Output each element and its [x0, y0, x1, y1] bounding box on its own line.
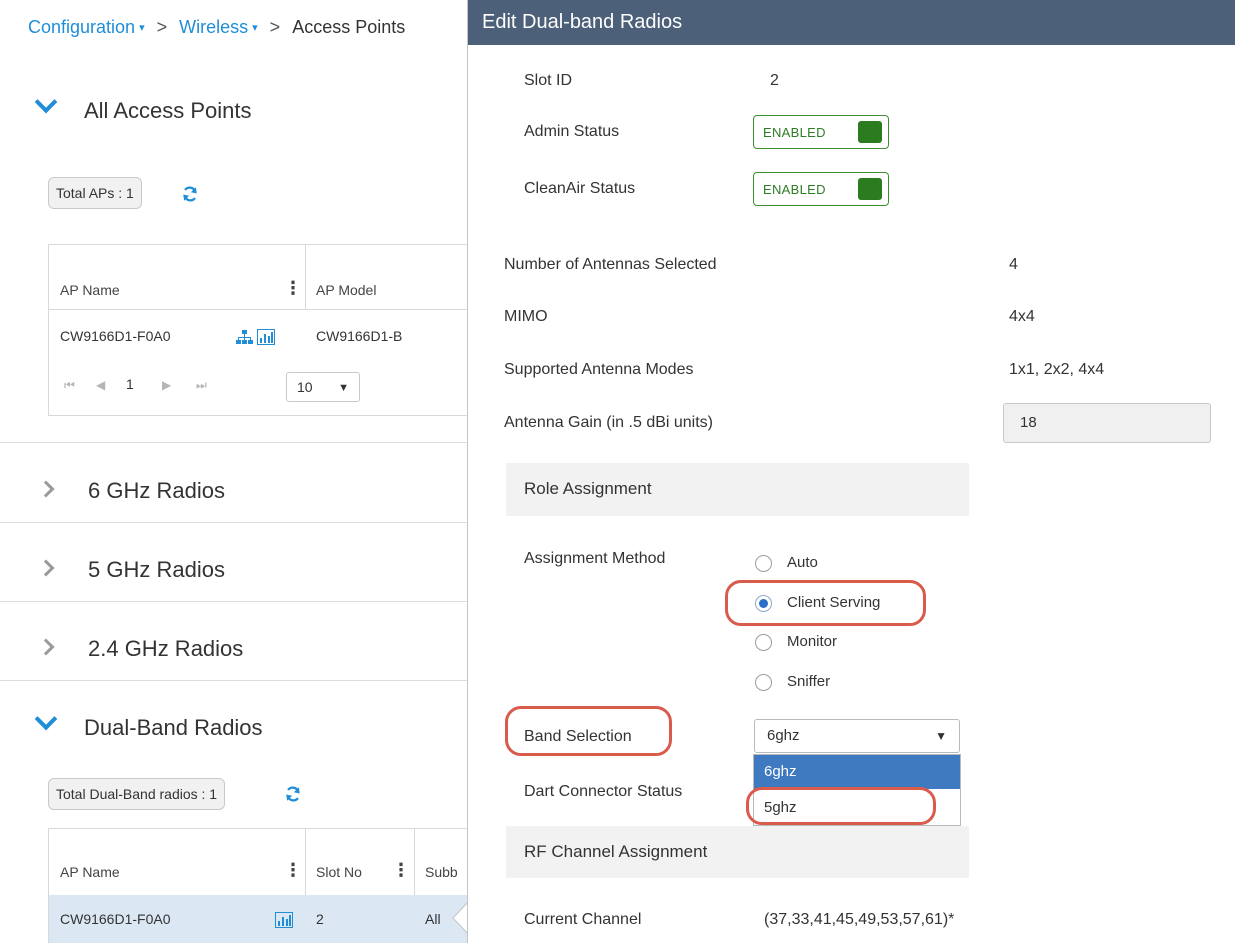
column-header-ap-name[interactable]: AP Name: [60, 282, 120, 298]
row-divider: [48, 309, 470, 310]
edit-dual-band-radios-dialog: Edit Dual-band Radios Slot ID 2 Admin St…: [467, 0, 1235, 943]
ap-model-cell: CW9166D1-B: [316, 328, 403, 344]
section-divider: [0, 680, 470, 681]
breadcrumb: Configuration ▾ > Wireless ▾ > Access Points: [28, 17, 405, 38]
antenna-modes-label: Supported Antenna Modes: [504, 361, 694, 378]
column-header-ap-name[interactable]: AP Name: [60, 864, 120, 880]
section-divider: [0, 522, 470, 523]
column-header-ap-model[interactable]: AP Model: [316, 282, 376, 298]
breadcrumb-access-points: Access Points: [292, 17, 406, 37]
page-size-select[interactable]: 10 ▼: [286, 372, 360, 402]
two-four-ghz-radios-title[interactable]: 2.4 GHz Radios: [88, 636, 243, 662]
column-menu-icon[interactable]: ⋮: [284, 278, 302, 299]
five-ghz-radios-title[interactable]: 5 GHz Radios: [88, 557, 225, 583]
mimo-label: MIMO: [504, 308, 548, 325]
antenna-gain-input[interactable]: 18: [1003, 403, 1211, 443]
radio-client-serving-label[interactable]: Client Serving: [787, 594, 880, 611]
topology-icon[interactable]: [236, 330, 253, 345]
stats-chart-icon[interactable]: [275, 912, 293, 928]
column-header-slot-no[interactable]: Slot No: [316, 864, 362, 880]
antennas-selected-value: 4: [1009, 256, 1018, 273]
column-separator: [305, 829, 306, 895]
refresh-icon[interactable]: [284, 785, 302, 803]
access-points-page: Configuration ▾ > Wireless ▾ > Access Points A…: [0, 0, 470, 943]
dual-band-radios-title[interactable]: Dual-Band Radios: [84, 715, 263, 741]
dropdown-caret-icon[interactable]: ▾: [252, 22, 258, 34]
cleanair-status-label: CleanAir Status: [524, 180, 636, 197]
column-header-subband[interactable]: Subb: [425, 864, 458, 880]
slot-no-cell: 2: [316, 911, 324, 927]
mimo-value: 4x4: [1009, 308, 1035, 325]
column-separator: [414, 829, 415, 895]
total-dual-band-badge: Total Dual-Band radios : 1: [48, 778, 226, 810]
breadcrumb-configuration[interactable]: Configuration: [28, 17, 135, 37]
last-page-icon[interactable]: ⏭: [196, 378, 207, 393]
dropdown-caret-icon: ▼: [338, 382, 349, 394]
column-separator: [305, 245, 306, 309]
dialog-title: Edit Dual-band Radios: [482, 11, 683, 33]
antennas-selected-label: Number of Antennas Selected: [504, 256, 717, 273]
toggle-knob: [858, 121, 882, 143]
radio-sniffer-label[interactable]: Sniffer: [787, 673, 830, 690]
radio-client-serving[interactable]: [755, 595, 772, 612]
radio-sniffer[interactable]: [755, 674, 772, 691]
breadcrumb-separator: >: [156, 17, 168, 37]
section-divider: [0, 442, 470, 443]
dropdown-caret-icon: ▼: [935, 729, 947, 743]
next-page-icon[interactable]: ▶: [162, 378, 171, 392]
chevron-right-icon[interactable]: [37, 638, 55, 656]
rf-channel-assignment-title: RF Channel Assignment: [524, 842, 708, 861]
dart-connector-label: Dart Connector Status: [524, 783, 683, 800]
admin-status-toggle[interactable]: ENABLED: [753, 115, 889, 149]
current-channel-value: (37,33,41,45,49,53,57,61)*: [764, 911, 955, 928]
chevron-down-icon[interactable]: [34, 90, 58, 114]
role-assignment-header: Role Assignment: [506, 463, 969, 516]
antenna-gain-label: Antenna Gain (in .5 dBi units): [504, 414, 714, 431]
rf-channel-assignment-header: RF Channel Assignment: [506, 826, 969, 878]
five-ghz-option-highlight: [746, 787, 936, 825]
ap-name-cell: CW9166D1-F0A0: [60, 911, 171, 927]
column-menu-icon[interactable]: ⋮: [392, 860, 410, 881]
stats-chart-icon[interactable]: [257, 329, 275, 345]
total-aps-badge: Total APs : 1: [48, 177, 142, 209]
column-menu-icon[interactable]: ⋮: [284, 860, 302, 881]
radio-monitor[interactable]: [755, 634, 772, 651]
current-page-number: 1: [126, 376, 134, 392]
role-assignment-title: Role Assignment: [524, 479, 652, 498]
admin-status-value: ENABLED: [763, 125, 826, 140]
chevron-right-icon[interactable]: [37, 559, 55, 577]
slot-id-label: Slot ID: [524, 72, 573, 89]
chevron-down-icon[interactable]: [34, 707, 58, 731]
toggle-knob: [858, 178, 882, 200]
subband-cell: All: [425, 911, 441, 927]
dropdown-caret-icon[interactable]: ▾: [139, 22, 145, 34]
section-divider: [0, 601, 470, 602]
dialog-header: Edit Dual-band Radios: [468, 0, 1235, 45]
admin-status-label: Admin Status: [524, 123, 620, 140]
radio-monitor-label[interactable]: Monitor: [787, 633, 837, 650]
current-channel-label: Current Channel: [524, 911, 642, 928]
first-page-icon[interactable]: ⏮: [64, 378, 75, 393]
ap-name-cell[interactable]: CW9166D1-F0A0: [60, 328, 171, 344]
band-selection-label: Band Selection: [524, 728, 632, 745]
breadcrumb-wireless[interactable]: Wireless: [179, 17, 248, 37]
refresh-icon[interactable]: [181, 185, 199, 203]
chevron-right-icon[interactable]: [37, 480, 55, 498]
antenna-modes-value: 1x1, 2x2, 4x4: [1009, 361, 1105, 378]
radio-auto[interactable]: [755, 555, 772, 572]
breadcrumb-separator: >: [269, 17, 281, 37]
band-selection-value: 6ghz: [767, 727, 800, 744]
band-selection-select[interactable]: 6ghz ▼: [754, 719, 960, 753]
cleanair-status-value: ENABLED: [763, 182, 826, 197]
radio-auto-label[interactable]: Auto: [787, 554, 818, 571]
page-size-value: 10: [297, 379, 313, 395]
prev-page-icon[interactable]: ◀: [96, 378, 105, 392]
six-ghz-radios-title[interactable]: 6 GHz Radios: [88, 478, 225, 504]
all-access-points-title[interactable]: All Access Points: [84, 98, 252, 124]
band-option-6ghz[interactable]: 6ghz: [754, 755, 960, 789]
cleanair-status-toggle[interactable]: ENABLED: [753, 172, 889, 206]
assignment-method-label: Assignment Method: [524, 550, 666, 567]
slot-id-value: 2: [770, 72, 779, 89]
